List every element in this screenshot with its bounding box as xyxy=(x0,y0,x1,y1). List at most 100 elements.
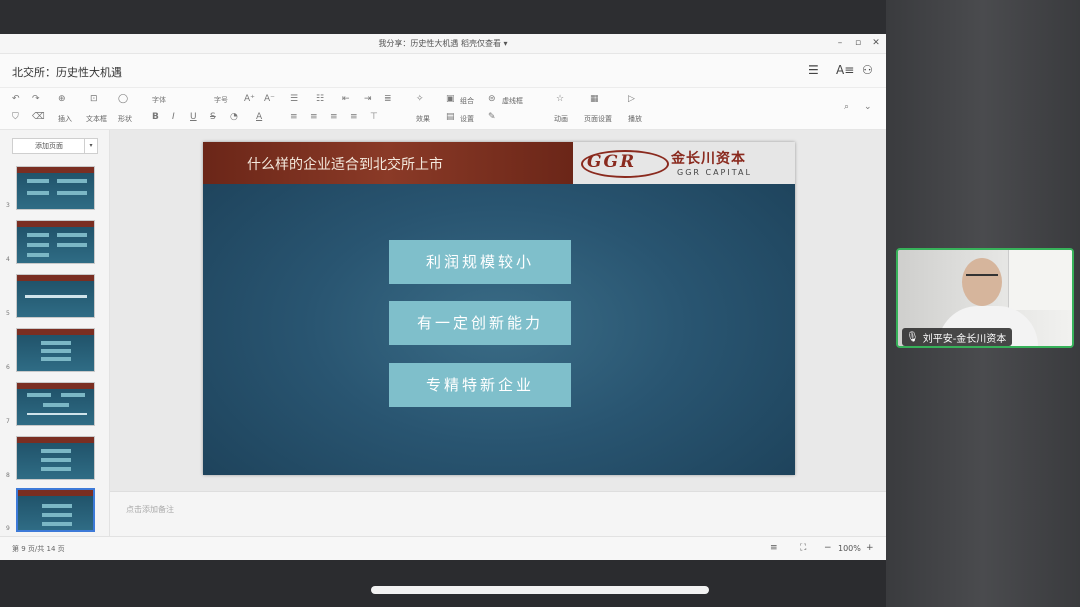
slide-settings-label[interactable]: 页面设置 xyxy=(584,114,612,124)
collapse-toolbar-icon[interactable]: ⌄ xyxy=(864,102,872,112)
bullet-list-icon[interactable]: ☰ xyxy=(290,94,298,104)
slide-thumbnail[interactable] xyxy=(16,274,95,318)
effect-icon[interactable]: ✧ xyxy=(416,94,424,104)
window-title-bar: 我分享：历史性大机遇 稻壳仅查看 ▾ – ▫ ✕ xyxy=(0,34,886,54)
status-bar: 第 9 页/共 14 页 ≡ ⛶ − 100% + xyxy=(0,536,886,560)
thumbnail-number: 3 xyxy=(6,202,10,209)
vertical-align-icon[interactable]: ⊤ xyxy=(370,112,378,122)
animation-icon[interactable]: ☆ xyxy=(556,94,564,104)
slide-header-band: 什么样的企业适合到北交所上市 xyxy=(203,142,573,184)
font-size-select[interactable]: 字号 xyxy=(214,95,228,105)
increase-font-icon[interactable]: A⁺ xyxy=(244,94,255,104)
microphone-icon: 🎙 xyxy=(906,331,919,343)
wall-calligraphy xyxy=(1008,250,1072,310)
slide-thumbnail-active[interactable] xyxy=(16,488,95,532)
window-title: 我分享：历史性大机遇 稻壳仅查看 ▾ xyxy=(378,39,508,48)
slide-settings-icon[interactable]: ▦ xyxy=(590,94,599,104)
shape-icon[interactable]: ◯ xyxy=(118,94,128,104)
current-slide[interactable]: 什么样的企业适合到北交所上市 GGR 金长川资本 GGR CAPITAL 利润规… xyxy=(203,142,795,475)
slide-thumbnail[interactable] xyxy=(16,382,95,426)
font-color-icon[interactable]: A xyxy=(256,112,262,122)
notes-toggle-icon[interactable]: ≡ xyxy=(770,543,778,553)
minimize-icon[interactable]: – xyxy=(834,38,846,48)
format-painter-icon[interactable]: ⛉ xyxy=(12,112,19,122)
undo-icon[interactable]: ↶ xyxy=(12,94,20,104)
home-indicator[interactable] xyxy=(371,586,709,594)
slide-text-box[interactable]: 有一定创新能力 xyxy=(389,301,571,345)
participant-video-tile[interactable]: 🎙 刘平安-金长川资本 xyxy=(896,248,1074,348)
group-icon[interactable]: ▣ xyxy=(446,94,455,104)
effect-label[interactable]: 效果 xyxy=(416,114,430,124)
slide-thumbnail[interactable] xyxy=(16,328,95,372)
screen-bottom-bar xyxy=(0,560,886,607)
logo-mark-text: GGR xyxy=(587,152,637,172)
speaker-glasses xyxy=(966,274,998,280)
font-family-select[interactable]: 字体 xyxy=(152,95,166,105)
presentation-app: 我分享：历史性大机遇 稻壳仅查看 ▾ – ▫ ✕ 北交所：历史性大机遇 ☰ A≡… xyxy=(0,34,886,560)
slide-text-box[interactable]: 利润规模较小 xyxy=(389,240,571,284)
group-label[interactable]: 组合 xyxy=(460,96,474,106)
indent-increase-icon[interactable]: ⇥ xyxy=(364,94,372,104)
clear-format-icon[interactable]: ⌫ xyxy=(32,112,45,122)
bold-icon[interactable]: B xyxy=(152,112,159,122)
notes-area[interactable]: 点击添加备注 xyxy=(110,491,886,536)
maximize-icon[interactable]: ▫ xyxy=(852,38,864,48)
page-indicator: 第 9 页/共 14 页 xyxy=(12,545,65,553)
strikethrough-icon[interactable]: S xyxy=(210,112,216,122)
highlight-icon[interactable]: ◔ xyxy=(230,112,238,122)
text-settings-icon[interactable]: A≡ xyxy=(836,63,854,77)
slide-thumbnail[interactable] xyxy=(16,220,95,264)
slide-thumbnail[interactable] xyxy=(16,166,95,210)
insert-label[interactable]: 插入 xyxy=(58,114,72,124)
thumbnail-number: 6 xyxy=(6,364,10,371)
indent-decrease-icon[interactable]: ⇤ xyxy=(342,94,350,104)
number-list-icon[interactable]: ☷ xyxy=(316,94,324,104)
animation-label[interactable]: 动画 xyxy=(554,114,568,124)
dashed-box-label[interactable]: 虚线框 xyxy=(502,96,523,106)
participant-name: 刘平安-金长川资本 xyxy=(922,333,1007,345)
decrease-font-icon[interactable]: A⁻ xyxy=(264,94,275,104)
align-left-icon[interactable]: ≡ xyxy=(290,112,298,122)
zoom-level[interactable]: 100% xyxy=(838,544,861,553)
dashed-box-icon[interactable]: ⊜ xyxy=(488,94,496,104)
thumbnail-number: 5 xyxy=(6,310,10,317)
insert-icon[interactable]: ⊕ xyxy=(58,94,66,104)
thumbnail-number: 4 xyxy=(6,256,10,263)
document-title: 北交所：历史性大机遇 xyxy=(12,66,122,79)
logo-english-name: GGR CAPITAL xyxy=(677,168,752,177)
italic-icon[interactable]: I xyxy=(172,112,175,122)
zoom-out-icon[interactable]: − xyxy=(824,543,832,553)
notes-placeholder: 点击添加备注 xyxy=(126,505,174,514)
redo-icon[interactable]: ↷ xyxy=(32,94,40,104)
zoom-in-icon[interactable]: + xyxy=(866,543,874,553)
justify-icon[interactable]: ≡ xyxy=(350,112,358,122)
people-icon[interactable]: ⚇ xyxy=(862,63,873,77)
slide-text-box[interactable]: 专精特新企业 xyxy=(389,363,571,407)
shape-label[interactable]: 形状 xyxy=(118,114,132,124)
play-icon[interactable]: ▷ xyxy=(628,94,635,104)
thumbnail-number: 8 xyxy=(6,472,10,479)
textbox-icon[interactable]: ⊡ xyxy=(90,94,98,104)
menu-icon[interactable]: ☰ xyxy=(808,63,819,77)
add-slide-dropdown-icon[interactable]: ▾ xyxy=(84,138,98,154)
close-icon[interactable]: ✕ xyxy=(870,38,882,48)
align-center-icon[interactable]: ≡ xyxy=(310,112,318,122)
align-right-icon[interactable]: ≡ xyxy=(330,112,338,122)
play-label[interactable]: 播放 xyxy=(628,114,642,124)
thumbnail-number: 9 xyxy=(6,525,10,532)
textbox-label[interactable]: 文本框 xyxy=(86,114,107,124)
document-header: 北交所：历史性大机遇 ☰ A≡ ⚇ xyxy=(0,54,886,88)
slide-title: 什么样的企业适合到北交所上市 xyxy=(247,157,443,173)
slide-editing-area: 什么样的企业适合到北交所上市 GGR 金长川资本 GGR CAPITAL 利润规… xyxy=(110,130,886,536)
search-icon[interactable]: ⌕ xyxy=(844,102,849,112)
slide-thumbnail[interactable] xyxy=(16,436,95,480)
participant-name-bar: 🎙 刘平安-金长川资本 xyxy=(902,328,1013,346)
edit-icon[interactable]: ✎ xyxy=(488,112,496,122)
fit-screen-icon[interactable]: ⛶ xyxy=(800,543,806,553)
set-label[interactable]: 设置 xyxy=(460,114,474,124)
logo-chinese-name: 金长川资本 xyxy=(671,151,746,167)
line-spacing-icon[interactable]: ≣ xyxy=(384,94,392,104)
underline-icon[interactable]: U xyxy=(190,112,197,122)
set-icon[interactable]: ▤ xyxy=(446,112,455,122)
add-slide-button[interactable]: 添加页面 xyxy=(12,138,86,154)
